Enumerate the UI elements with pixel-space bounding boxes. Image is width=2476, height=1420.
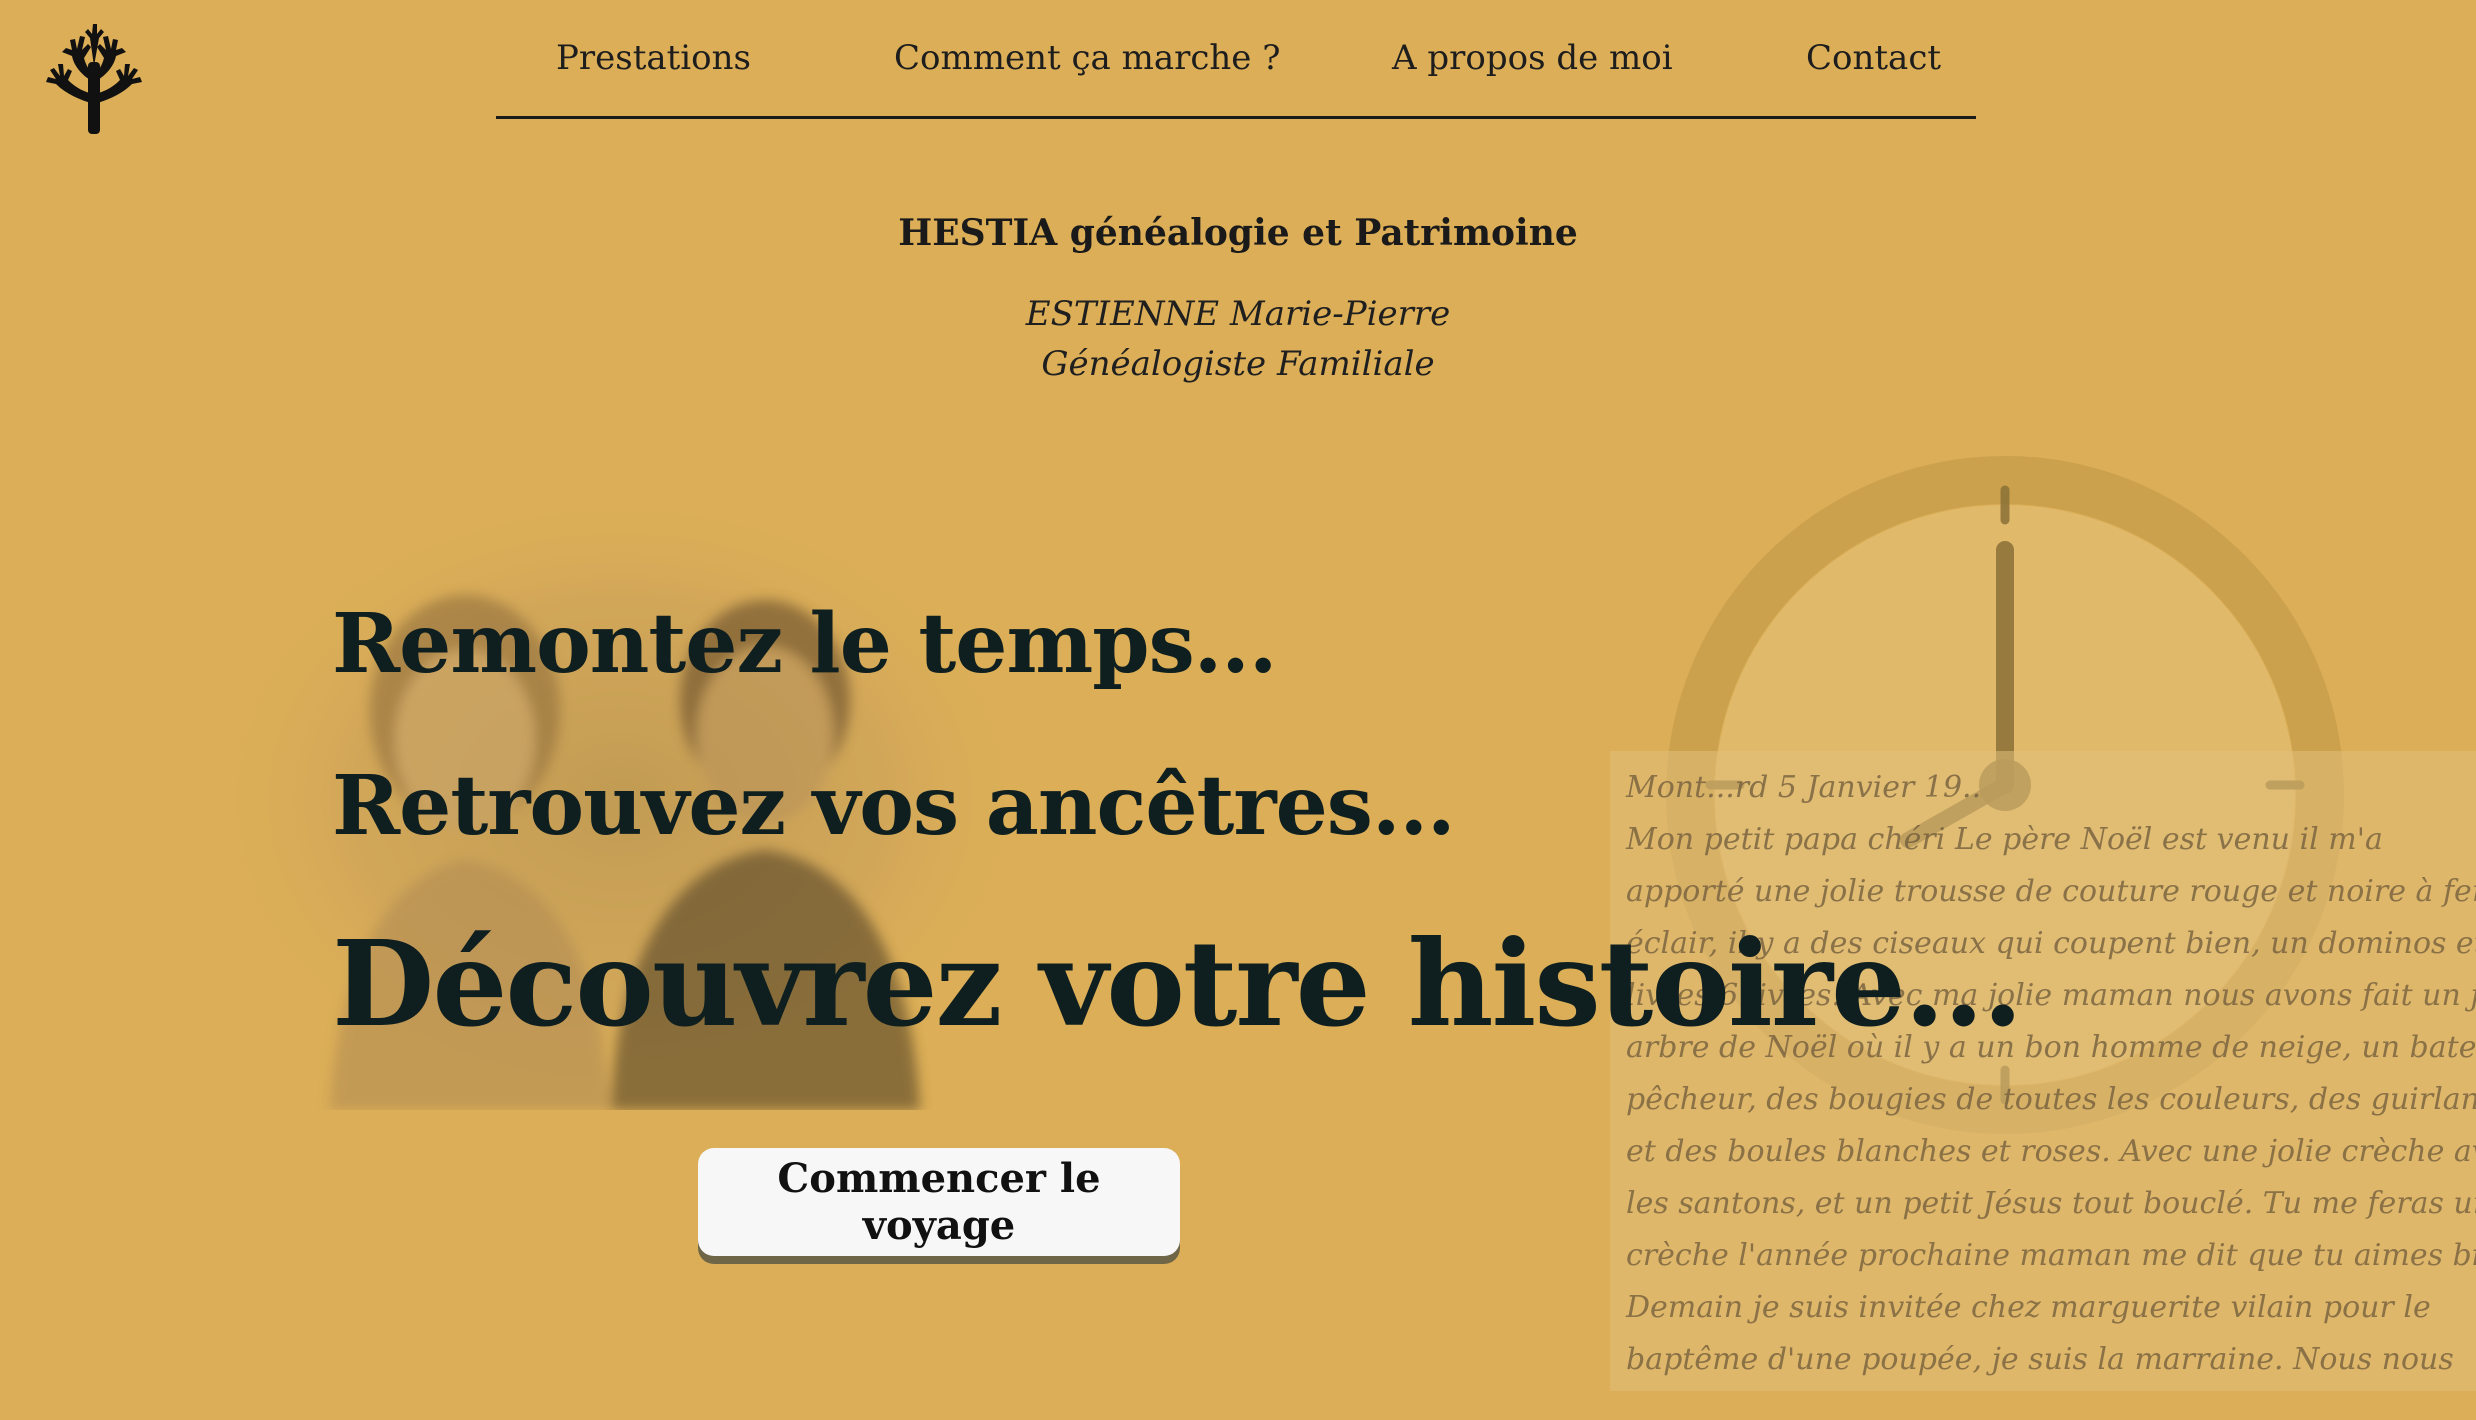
nav-link-comment-ca-marche[interactable]: Comment ça marche ?: [894, 38, 1280, 78]
nav-link-a-propos[interactable]: A propos de moi: [1392, 38, 1673, 78]
letter-line: crèche l'année prochaine maman me dit qu…: [1626, 1238, 2476, 1273]
letter-line: Mon petit papa chéri Le père Noël est ve…: [1625, 822, 2383, 857]
letter-line: Demain je suis invitée chez marguerite v…: [1625, 1290, 2431, 1325]
letter-line: apporté une jolie trousse de couture rou…: [1626, 874, 2476, 909]
nav-link-prestations[interactable]: Prestations: [556, 38, 751, 78]
tree-hands-logo-icon[interactable]: [44, 22, 144, 134]
letter-line: pêcheur, des bougies de toutes les coule…: [1626, 1082, 2476, 1117]
hero-line-3: Découvrez votre histoire...: [332, 914, 2023, 1053]
hero-line-2: Retrouvez vos ancêtres...: [332, 758, 1456, 854]
nav-link-contact[interactable]: Contact: [1806, 38, 1941, 78]
main-nav: Prestations Comment ça marche ? A propos…: [496, 30, 1976, 119]
brand-title: HESTIA généalogie et Patrimoine: [898, 212, 1578, 254]
owner-role: Généalogiste Familiale: [1041, 344, 1435, 384]
letter-line: baptême d'une poupée, je suis la marrain…: [1626, 1342, 2454, 1377]
letter-line: Mont...rd 5 Janvier 19..: [1625, 770, 1981, 805]
start-journey-button[interactable]: Commencer le voyage: [698, 1148, 1180, 1256]
owner-name: ESTIENNE Marie-Pierre: [1025, 294, 1451, 334]
letter-line: et des boules blanches et roses. Avec un…: [1626, 1134, 2476, 1169]
letter-line: les santons, et un petit Jésus tout bouc…: [1626, 1186, 2476, 1221]
handwritten-letter-image: Mont...rd 5 Janvier 19.. Mon petit papa …: [1610, 751, 2476, 1391]
hero-line-1: Remontez le temps...: [332, 596, 1277, 692]
